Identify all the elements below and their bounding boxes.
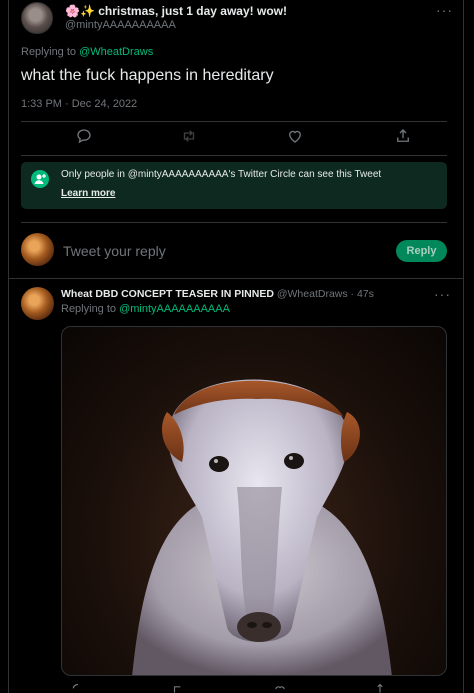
avatar[interactable] <box>21 2 53 34</box>
share-icon[interactable] <box>394 127 412 145</box>
retweet-icon[interactable] <box>180 127 198 145</box>
timeline-column: 🌸✨ christmas, just 1 day away! wow! @min… <box>8 0 464 693</box>
tweet-actions <box>61 683 447 693</box>
display-name[interactable]: Wheat DBD CONCEPT TEASER IN PINNED <box>61 288 274 300</box>
more-options-icon[interactable]: ··· <box>436 2 453 18</box>
replying-to-link[interactable]: @mintyAAAAAAAAAA <box>119 303 230 315</box>
learn-more-link[interactable]: Learn more <box>61 188 115 199</box>
more-options-icon[interactable]: ··· <box>434 286 451 302</box>
reply-input[interactable]: Tweet your reply <box>63 243 166 259</box>
replying-prefix: Replying to <box>61 303 120 315</box>
reply-button[interactable]: Reply <box>396 240 447 262</box>
share-icon[interactable] <box>373 683 387 693</box>
tweet-timestamp[interactable]: 1:33 PM · Dec 24, 2022 <box>21 98 137 110</box>
display-name[interactable]: 🌸✨ christmas, just 1 day away! wow! <box>65 4 287 18</box>
twitter-circle-icon <box>31 170 49 188</box>
tweet-header: Wheat DBD CONCEPT TEASER IN PINNED @Whea… <box>61 288 374 300</box>
divider <box>9 278 463 279</box>
replying-to: Replying to @mintyAAAAAAAAAA <box>61 303 230 315</box>
tweet-header: 🌸✨ christmas, just 1 day away! wow! @min… <box>21 0 453 40</box>
replying-to: Replying to @WheatDraws <box>21 46 153 58</box>
reply-icon[interactable] <box>71 683 85 693</box>
reply-icon[interactable] <box>75 127 93 145</box>
display-name-text: christmas, just 1 day away! wow! <box>98 4 287 18</box>
tweet-actions <box>21 127 447 147</box>
circle-notice-text: Only people in @mintyAAAAAAAAAA's Twitte… <box>61 169 382 180</box>
replying-prefix: Replying to <box>21 46 80 58</box>
flower-emoji: 🌸 <box>65 4 80 18</box>
tweet-text: what the fuck happens in hereditary <box>21 67 274 84</box>
replying-to-link[interactable]: @WheatDraws <box>79 46 153 58</box>
like-icon[interactable] <box>273 683 287 693</box>
user-handle[interactable]: @WheatDraws · 47s <box>277 288 374 300</box>
avatar[interactable] <box>21 233 54 266</box>
like-icon[interactable] <box>286 127 304 145</box>
divider <box>21 121 447 122</box>
sparkles-emoji: ✨ <box>79 4 95 18</box>
avatar[interactable] <box>21 287 54 320</box>
retweet-icon[interactable] <box>171 683 185 693</box>
twitter-circle-notice: Only people in @mintyAAAAAAAAAA's Twitte… <box>21 162 447 209</box>
dog-photo <box>132 379 392 675</box>
tweet-media-image[interactable] <box>61 326 447 676</box>
divider <box>21 222 447 223</box>
user-handle[interactable]: @mintyAAAAAAAAAA <box>65 19 176 31</box>
divider <box>21 155 447 156</box>
